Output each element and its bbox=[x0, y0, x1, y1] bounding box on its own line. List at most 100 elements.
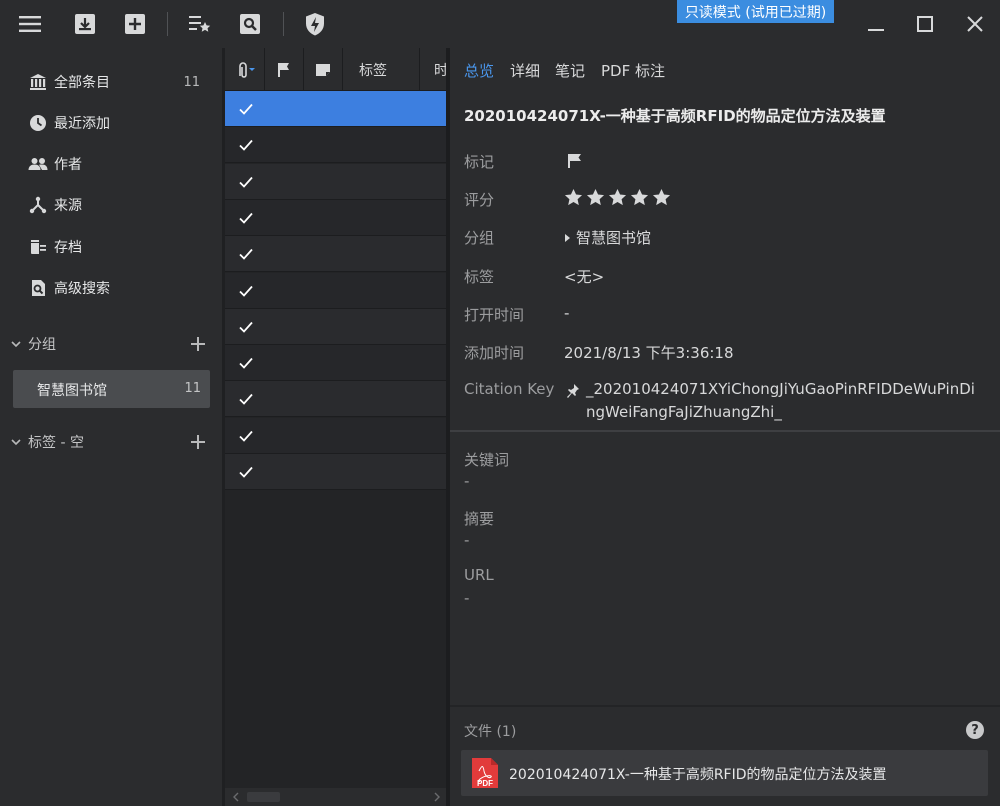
readonly-badge[interactable]: 只读模式 (试用已过期) bbox=[677, 0, 834, 23]
abstract-label: 摘要 bbox=[464, 510, 495, 528]
scroll-right-icon[interactable] bbox=[430, 790, 444, 804]
advanced-search-icon bbox=[28, 278, 48, 298]
column-time-label: 时 bbox=[434, 62, 446, 79]
star-icon[interactable] bbox=[608, 188, 627, 207]
sidebar-item-all[interactable]: 全部条目 11 bbox=[0, 64, 222, 100]
groups-section-header[interactable]: 分组 bbox=[0, 328, 222, 360]
added-time-label: 添加时间 bbox=[464, 344, 525, 362]
pin-icon[interactable] bbox=[566, 383, 580, 399]
check-icon bbox=[239, 321, 253, 333]
flag-icon bbox=[278, 62, 289, 77]
detail-tabs: 总览 详细 笔记 PDF 标注 bbox=[450, 48, 1000, 91]
file-name: 202010424071X-一种基于高频RFID的物品定位方法及装置 bbox=[509, 767, 887, 783]
column-tags[interactable]: 标签 bbox=[343, 48, 420, 91]
item-list: 标签 时 bbox=[225, 48, 446, 806]
check-icon bbox=[239, 249, 253, 260]
group-value[interactable]: 智慧图书馆 bbox=[576, 227, 651, 248]
plus-box-icon[interactable] bbox=[121, 10, 149, 38]
sidebar-item-authors[interactable]: 作者 bbox=[0, 146, 222, 182]
toolbar-divider bbox=[167, 12, 168, 36]
table-row[interactable] bbox=[225, 381, 446, 418]
table-row[interactable] bbox=[225, 199, 446, 236]
url-value[interactable]: - bbox=[464, 589, 469, 607]
tab-overview[interactable]: 总览 bbox=[464, 60, 494, 81]
column-note[interactable] bbox=[304, 48, 343, 91]
table-row[interactable] bbox=[225, 308, 446, 345]
citation-key-line2[interactable]: ngWeiFangFaJiZhuangZhi_ bbox=[586, 403, 782, 421]
help-icon[interactable]: ? bbox=[966, 721, 984, 739]
maximize-icon[interactable] bbox=[913, 12, 937, 36]
download-box-icon[interactable] bbox=[71, 10, 99, 38]
sidebar-item-sources[interactable]: 来源 bbox=[0, 187, 222, 223]
tab-pdf-annotations[interactable]: PDF 标注 bbox=[601, 60, 665, 81]
paperclip-icon bbox=[238, 61, 255, 78]
rating-label: 评分 bbox=[464, 191, 495, 209]
sidebar-item-archive[interactable]: 存档 bbox=[0, 229, 222, 265]
group-label: 分组 bbox=[464, 229, 495, 247]
item-count: 11 bbox=[183, 74, 200, 90]
table-row[interactable] bbox=[225, 417, 446, 454]
table-row[interactable] bbox=[225, 127, 446, 164]
tags-value[interactable]: <无> bbox=[564, 266, 604, 287]
sidebar-item-advanced-search[interactable]: 高级搜索 bbox=[0, 270, 222, 306]
table-row[interactable] bbox=[225, 272, 446, 309]
rating-stars[interactable] bbox=[564, 188, 671, 207]
citation-key-label: Citation Key bbox=[464, 380, 555, 398]
group-count: 11 bbox=[184, 381, 201, 396]
group-label: 智慧图书馆 bbox=[37, 383, 107, 399]
add-group-icon[interactable] bbox=[190, 336, 206, 352]
minimize-icon[interactable] bbox=[864, 12, 888, 36]
check-icon bbox=[239, 103, 253, 115]
keywords-label: 关键词 bbox=[464, 451, 510, 469]
keywords-value[interactable]: - bbox=[464, 472, 469, 490]
close-icon[interactable] bbox=[963, 12, 987, 36]
list-header: 标签 时 bbox=[225, 48, 446, 91]
chevron-down-icon[interactable] bbox=[10, 338, 22, 350]
tags-section-header[interactable]: 标签 - 空 bbox=[0, 426, 222, 458]
add-tag-icon[interactable] bbox=[190, 434, 206, 450]
search-box-icon[interactable] bbox=[236, 10, 264, 38]
scrollbar-thumb[interactable] bbox=[247, 792, 280, 802]
sidebar-group-item[interactable]: 智慧图书馆 11 bbox=[13, 370, 210, 408]
star-icon[interactable] bbox=[564, 188, 583, 207]
check-icon bbox=[239, 176, 253, 188]
citation-key-line1[interactable]: _202010424071XYiChongJiYuGaoPinRFIDDeWuP… bbox=[586, 380, 975, 398]
column-attachment[interactable] bbox=[225, 48, 265, 91]
check-icon bbox=[239, 466, 253, 478]
tab-notes[interactable]: 笔记 bbox=[555, 60, 585, 81]
item-title[interactable]: 202010424071X-一种基于高频RFID的物品定位方法及装置 bbox=[464, 105, 984, 126]
check-icon bbox=[239, 140, 253, 152]
list-star-icon[interactable] bbox=[186, 10, 214, 38]
table-row[interactable] bbox=[225, 454, 446, 490]
abstract-value[interactable]: - bbox=[464, 531, 469, 549]
sidebar-item-recent[interactable]: 最近添加 bbox=[0, 105, 222, 141]
flag-icon[interactable] bbox=[567, 153, 583, 169]
flag-label: 标记 bbox=[464, 153, 495, 171]
sidebar-item-label: 作者 bbox=[54, 157, 82, 173]
chevron-down-icon[interactable] bbox=[10, 436, 22, 448]
column-time[interactable]: 时 bbox=[420, 48, 446, 91]
sidebar-item-label: 最近添加 bbox=[54, 116, 110, 132]
tags-label: 标签 bbox=[464, 268, 495, 286]
detail-panel: 总览 详细 笔记 PDF 标注 202010424071X-一种基于高频RFID… bbox=[450, 48, 1000, 806]
horizontal-scrollbar[interactable] bbox=[225, 788, 446, 806]
star-icon[interactable] bbox=[652, 188, 671, 207]
table-row[interactable] bbox=[225, 91, 446, 127]
tab-details[interactable]: 详细 bbox=[510, 60, 540, 81]
column-flag[interactable] bbox=[265, 48, 304, 91]
star-icon[interactable] bbox=[630, 188, 649, 207]
scroll-left-icon[interactable] bbox=[229, 790, 243, 804]
file-item[interactable]: PDF 202010424071X-一种基于高频RFID的物品定位方法及装置 bbox=[461, 750, 988, 796]
star-icon[interactable] bbox=[586, 188, 605, 207]
pdf-type-label: PDF bbox=[477, 779, 493, 788]
opened-time-label: 打开时间 bbox=[464, 306, 525, 324]
column-tags-label: 标签 bbox=[359, 62, 387, 79]
table-row[interactable] bbox=[225, 236, 446, 273]
check-icon bbox=[239, 357, 253, 369]
table-row[interactable] bbox=[225, 163, 446, 200]
table-row[interactable] bbox=[225, 345, 446, 382]
hamburger-icon[interactable] bbox=[16, 10, 44, 38]
lightning-shield-icon[interactable] bbox=[301, 10, 329, 38]
people-icon bbox=[28, 154, 48, 174]
clock-icon bbox=[28, 113, 48, 133]
